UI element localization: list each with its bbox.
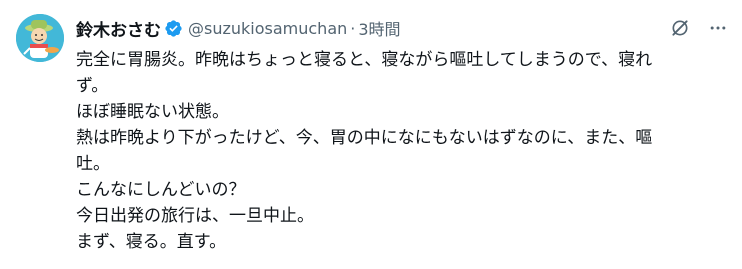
tweet-header: 鈴木おさむ @suzukiosamuchan · 3時間: [76, 16, 732, 41]
separator-dot: ·: [350, 18, 356, 38]
tweet: 鈴木おさむ @suzukiosamuchan · 3時間 完全に胃腸炎。昨晩はち…: [0, 0, 742, 269]
grok-icon[interactable]: [668, 16, 692, 40]
tweet-text-line: 吐。: [76, 154, 110, 174]
author-handle[interactable]: @suzukiosamuchan: [188, 19, 347, 38]
tweet-text-line: 今日出発の旅行は、一旦中止。: [76, 206, 314, 226]
avatar[interactable]: [16, 14, 64, 62]
tweet-text-line: ず。: [76, 76, 109, 96]
avatar-illustration-icon: [16, 14, 64, 62]
tweet-text-line: ほぼ睡眠ない状態。: [76, 102, 229, 122]
tweet-actions: [668, 16, 730, 40]
verified-badge-icon: [164, 19, 183, 38]
tweet-text-line: 熱は昨晩より下がったけど、今、胃の中になにもないはずなのに、また、嘔: [76, 128, 653, 148]
author-display-name[interactable]: 鈴木おさむ: [76, 16, 161, 41]
tweet-text: 完全に胃腸炎。昨晩はちょっと寝ると、寝ながら嘔吐してしまうので、寝れ ず。 ほぼ…: [76, 47, 728, 255]
tweet-text-line: まず、寝る。直す。: [76, 232, 227, 252]
timestamp[interactable]: 3時間: [358, 16, 400, 40]
more-horizontal-icon[interactable]: [706, 16, 730, 40]
tweet-text-line: 完全に胃腸炎。昨晩はちょっと寝ると、寝ながら嘔吐してしまうので、寝れ: [76, 50, 653, 70]
tweet-text-line: こんなにしんどいの？: [76, 180, 246, 200]
